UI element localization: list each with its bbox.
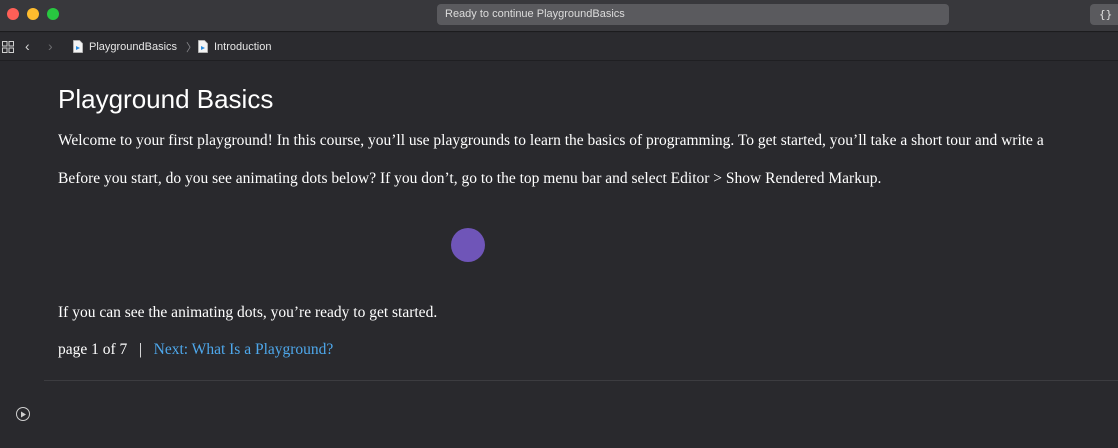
- forward-chevron-icon[interactable]: ›: [48, 38, 53, 54]
- instruction-paragraph: Before you start, do you see animating d…: [58, 170, 882, 187]
- playground-page-icon: [198, 40, 208, 53]
- page-title: Playground Basics: [58, 84, 274, 114]
- rendered-markup-area: Playground Basics Welcome to your first …: [0, 62, 1118, 448]
- run-playground-button[interactable]: [16, 407, 30, 421]
- content-divider: [44, 380, 1118, 381]
- breadcrumb-label: Introduction: [214, 40, 272, 53]
- activity-status-field: Ready to continue PlaygroundBasics: [437, 4, 949, 25]
- breadcrumb-label: PlaygroundBasics: [89, 40, 178, 53]
- breadcrumb-separator: 〉: [186, 41, 197, 54]
- breadcrumb-playground[interactable]: PlaygroundBasics: [73, 33, 177, 60]
- page-indicator: page 1 of 7: [58, 341, 128, 358]
- back-chevron-icon[interactable]: ‹: [25, 38, 30, 54]
- breadcrumb-page[interactable]: Introduction: [198, 33, 271, 60]
- next-page-link[interactable]: Next: What Is a Playground?: [154, 341, 334, 358]
- playground-file-icon: [73, 40, 83, 53]
- ready-paragraph: If you can see the animating dots, you’r…: [58, 304, 438, 321]
- window-titlebar: Ready to continue PlaygroundBasics {}: [0, 0, 1118, 32]
- close-window-button[interactable]: [7, 8, 19, 20]
- intro-paragraph: Welcome to your first playground! In thi…: [58, 132, 1044, 149]
- play-icon: [21, 411, 26, 417]
- animating-dot: [451, 228, 485, 262]
- page-navigation: page 1 of 7 | Next: What Is a Playground…: [58, 341, 333, 359]
- pager-separator: |: [138, 341, 143, 358]
- maximize-window-button[interactable]: [47, 8, 59, 20]
- jump-bar: ‹ › PlaygroundBasics 〉 Introduction: [0, 33, 1118, 61]
- library-button[interactable]: {}: [1090, 4, 1118, 25]
- related-items-grid-icon[interactable]: [2, 41, 14, 53]
- minimize-window-button[interactable]: [27, 8, 39, 20]
